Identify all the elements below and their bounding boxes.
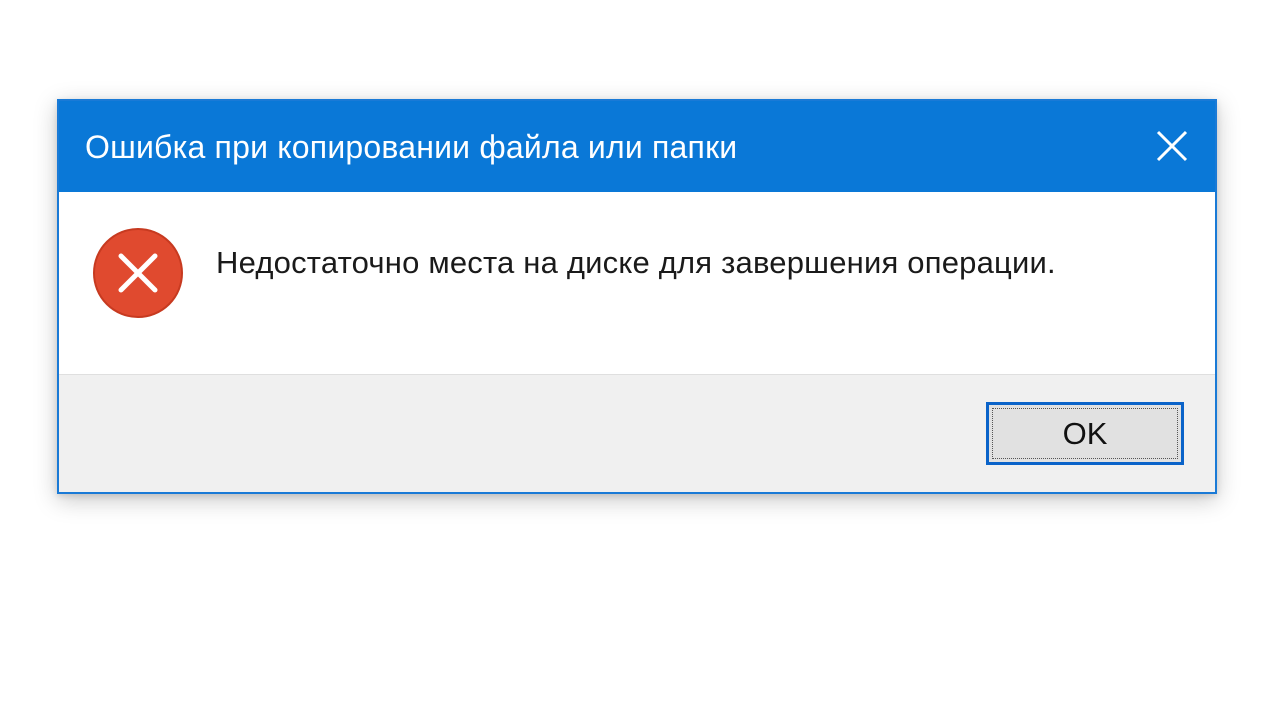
dialog-title: Ошибка при копировании файла или папки — [85, 129, 738, 165]
close-button[interactable] — [1123, 101, 1215, 192]
dialog-titlebar: Ошибка при копировании файла или папки — [59, 101, 1215, 192]
ok-button-label: OK — [992, 408, 1178, 459]
dialog-footer: OK — [59, 374, 1215, 492]
close-icon — [1156, 130, 1188, 162]
ok-button[interactable]: OK — [986, 402, 1184, 465]
dialog-content: Недостаточно места на диске для завершен… — [59, 192, 1215, 374]
error-message: Недостаточно места на диске для завершен… — [216, 245, 1056, 280]
error-icon — [93, 228, 183, 318]
error-dialog: Ошибка при копировании файла или папки Н… — [57, 99, 1217, 494]
